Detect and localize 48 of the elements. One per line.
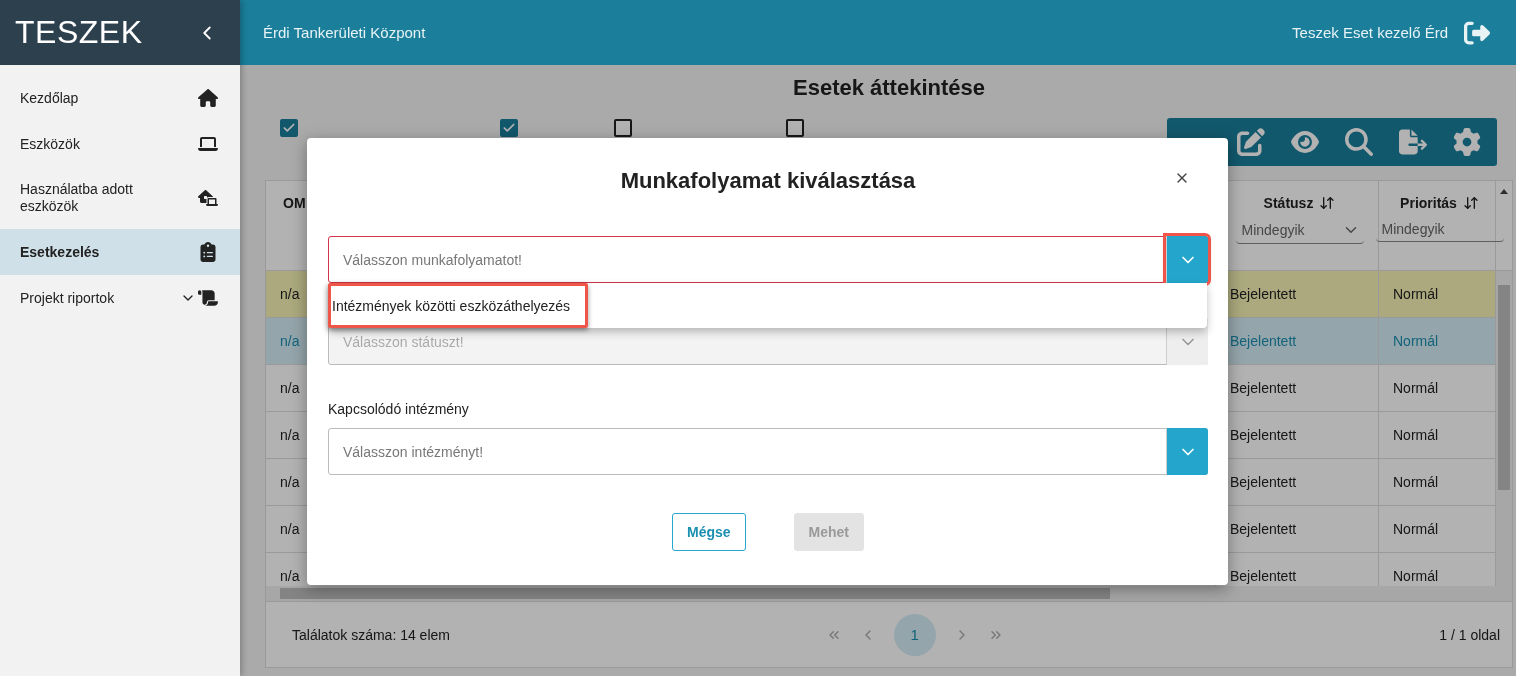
dropdown-option[interactable]: Intézmények közötti eszközáthelyezés	[328, 283, 589, 328]
nav-label: Használatba adott eszközök	[20, 181, 134, 215]
house-laptop-icon	[198, 188, 218, 208]
check-icon	[502, 121, 516, 135]
column-filter[interactable]: Mindegyik	[1375, 221, 1504, 242]
edit-icon[interactable]	[1237, 128, 1265, 156]
scroll-up-icon[interactable]	[1500, 189, 1508, 194]
search-icon[interactable]	[1345, 128, 1373, 156]
nav-item[interactable]: Használatba adott eszközök	[0, 167, 240, 229]
logout-icon[interactable]	[1464, 19, 1490, 46]
filter-checkbox[interactable]	[614, 119, 632, 137]
sort-icon[interactable]	[1319, 195, 1336, 211]
nav-item[interactable]: Esetkezelés	[0, 229, 240, 275]
organization-name: Érdi Tankerületi Központ	[263, 24, 426, 41]
field-label: Kapcsolódó intézmény	[328, 401, 470, 417]
app-brand: TESZEK	[15, 14, 143, 51]
horizontal-scrollbar[interactable]	[266, 586, 1512, 601]
vertical-scrollbar[interactable]	[1496, 271, 1512, 586]
filter-checkbox[interactable]	[500, 119, 518, 137]
nav-item[interactable]: Kezdőlap	[0, 75, 240, 121]
column-header[interactable]: OM	[283, 195, 306, 211]
settings-icon[interactable]	[1453, 128, 1481, 156]
result-count: Találatok száma: 14 elem	[292, 626, 450, 643]
nav-item[interactable]: Eszközök	[0, 121, 240, 167]
user-name: Teszek Eset kezelő Érd	[1292, 24, 1448, 41]
home-icon	[198, 88, 218, 108]
check-icon	[282, 121, 296, 135]
scroll-icon	[198, 288, 218, 308]
eye-icon[interactable]	[1291, 128, 1319, 156]
sort-icon[interactable]	[1462, 195, 1479, 211]
nav-item[interactable]: Projekt riportok	[0, 275, 240, 321]
select-field[interactable]: Válasszon intézményt!	[328, 428, 1208, 475]
column-filter[interactable]: Mindegyik	[1235, 221, 1364, 244]
nav-label: Esetkezelés	[20, 243, 100, 261]
cancel-button[interactable]: Mégse	[672, 513, 746, 551]
filter-checkbox[interactable]	[280, 119, 298, 137]
page-title: Esetek áttekintése	[792, 75, 986, 102]
nav-label: Projekt riportok	[20, 289, 115, 307]
nav-label: Kezdőlap	[20, 89, 79, 107]
column-header[interactable]: Prioritás	[1400, 195, 1479, 211]
page-info: 1 / 1 oldal	[1439, 626, 1500, 643]
column-header[interactable]: Státusz	[1263, 195, 1336, 211]
clipboard-icon	[198, 242, 218, 262]
nav-label: Eszközök	[20, 135, 80, 153]
file-export-icon[interactable]	[1399, 128, 1427, 156]
filter-checkbox[interactable]	[786, 119, 804, 137]
dialog-title: Munkafolyamat kiválasztása	[620, 168, 916, 194]
laptop-icon	[198, 134, 218, 154]
